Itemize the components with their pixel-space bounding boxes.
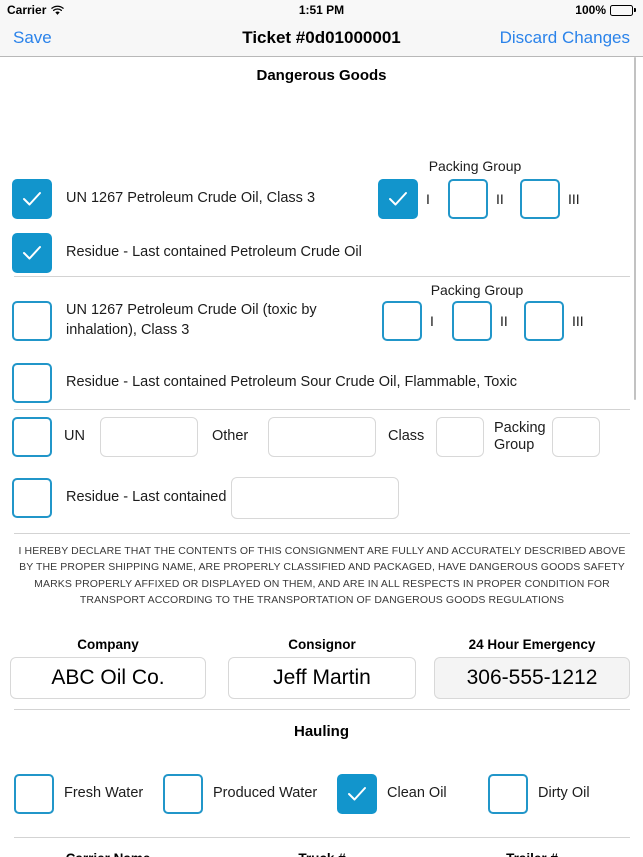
save-button[interactable]: Save (13, 28, 52, 48)
separator-5 (14, 837, 630, 838)
packing-group-1-roman-ii: II (496, 191, 504, 207)
hauling-checkbox-produced-water[interactable] (163, 774, 203, 814)
dg-checkbox-3[interactable] (12, 301, 52, 341)
dg-label-2: Residue - Last contained Petroleum Crude… (66, 244, 362, 261)
packing-group-1-option-ii[interactable] (448, 179, 488, 219)
status-bar-right: 100% (575, 3, 636, 17)
hauling-checkbox-dirty-oil[interactable] (488, 774, 528, 814)
hauling-label-dirty-oil: Dirty Oil (538, 785, 590, 802)
company-field-group: Company (10, 637, 206, 699)
hauling-option-clean-oil: Clean Oil (337, 774, 447, 814)
discard-changes-button[interactable]: Discard Changes (500, 28, 630, 48)
wifi-icon (51, 5, 65, 16)
hauling-label-clean-oil: Clean Oil (387, 785, 447, 802)
custom-dg-checkbox[interactable] (12, 417, 52, 457)
dg-label-3: UN 1267 Petroleum Crude Oil (toxic by in… (66, 302, 317, 338)
consignor-input[interactable] (228, 657, 416, 699)
consignor-field-group: Consignor (228, 637, 416, 699)
company-caption: Company (77, 637, 139, 652)
un-label: UN (64, 428, 85, 445)
packing-group-1-roman-iii: III (568, 191, 580, 207)
separator-1 (14, 276, 630, 277)
dg-row-4: Residue - Last contained Petroleum Sour … (12, 363, 517, 403)
custom-packing-group-label: Packing Group (494, 419, 546, 453)
residue-custom-label: Residue - Last contained (66, 489, 227, 506)
dg-label-4: Residue - Last contained Petroleum Sour … (66, 374, 518, 391)
packing-group-2-option-iii[interactable] (524, 301, 564, 341)
emergency-input[interactable] (434, 657, 630, 699)
status-bar-time: 1:51 PM (298, 3, 345, 17)
packing-group-label-2: Packing Group (430, 282, 524, 298)
custom-dg-row: UN Other Class Packing Group (12, 417, 600, 457)
packing-group-1-option-i[interactable] (378, 179, 418, 219)
trailer-field-group: Trailer # (434, 851, 630, 857)
navigation-bar: Save Ticket #0d01000001 Discard Changes (0, 20, 643, 57)
packing-group-2-roman-i: I (430, 313, 434, 329)
declaration-text: I HEREBY DECLARE THAT THE CONTENTS OF TH… (18, 545, 626, 606)
vertical-scrollbar[interactable] (633, 57, 636, 400)
packing-group-1-option-iii[interactable] (520, 179, 560, 219)
separator-2 (14, 409, 630, 410)
packing-group-2-option-ii[interactable] (452, 301, 492, 341)
un-input[interactable] (100, 417, 198, 457)
carrier-name-caption: Carrier Name (10, 851, 206, 857)
dg-row-3: UN 1267 Petroleum Crude Oil (toxic by in… (12, 301, 372, 341)
class-input[interactable] (436, 417, 484, 457)
status-bar-left: Carrier (7, 3, 65, 17)
emergency-caption: 24 Hour Emergency (468, 637, 596, 652)
packing-group-1-roman-i: I (426, 191, 430, 207)
battery-percent-label: 100% (575, 3, 606, 17)
battery-full-icon (610, 4, 636, 16)
packing-group-2-roman-ii: II (500, 313, 508, 329)
packing-group-2-roman-iii: III (572, 313, 584, 329)
packing-group-row-2: I II III (382, 301, 584, 341)
company-input[interactable] (10, 657, 206, 699)
trailer-caption: Trailer # (434, 851, 630, 857)
packing-group-2-option-i[interactable] (382, 301, 422, 341)
form-scroll-content: Dangerous Goods Packing Group UN 1267 Pe… (0, 57, 643, 857)
separator-4 (14, 709, 630, 710)
truck-field-group: Truck # (228, 851, 416, 857)
class-label: Class (388, 428, 425, 445)
other-label: Other (212, 428, 249, 445)
hauling-label-fresh-water: Fresh Water (64, 785, 144, 802)
app-screen: Carrier 1:51 PM 100% Save Ticket #0d0100… (0, 0, 643, 857)
status-bar: Carrier 1:51 PM 100% (0, 0, 643, 20)
dg-label-1: UN 1267 Petroleum Crude Oil, Class 3 (66, 190, 316, 207)
hauling-option-dirty-oil: Dirty Oil (488, 774, 590, 814)
residue-custom-row: Residue - Last contained (12, 477, 399, 519)
custom-packing-group-input[interactable] (552, 417, 600, 457)
packing-group-row-1: I II III (378, 179, 580, 219)
residue-custom-checkbox[interactable] (12, 478, 52, 518)
dg-checkbox-4[interactable] (12, 363, 52, 403)
hauling-label-produced-water: Produced Water (213, 785, 318, 802)
hauling-checkbox-fresh-water[interactable] (14, 774, 54, 814)
truck-caption: Truck # (228, 851, 416, 857)
hauling-checkbox-clean-oil[interactable] (337, 774, 377, 814)
dg-checkbox-1[interactable] (12, 179, 52, 219)
other-input[interactable] (268, 417, 376, 457)
packing-group-label-1: Packing Group (428, 158, 522, 174)
dg-row-2: Residue - Last contained Petroleum Crude… (12, 233, 362, 273)
hauling-option-produced-water: Produced Water (163, 774, 317, 814)
hauling-option-fresh-water: Fresh Water (14, 774, 143, 814)
emergency-field-group: 24 Hour Emergency (434, 637, 630, 699)
dg-row-1: UN 1267 Petroleum Crude Oil, Class 3 (12, 179, 315, 219)
consignor-caption: Consignor (288, 637, 356, 652)
hauling-section-title: Hauling (294, 723, 349, 740)
residue-custom-input[interactable] (231, 477, 399, 519)
dangerous-goods-section-title: Dangerous Goods (256, 67, 387, 84)
dg-checkbox-2[interactable] (12, 233, 52, 273)
separator-3 (14, 533, 630, 534)
carrier-name-field-group: Carrier Name (10, 851, 206, 857)
carrier-label: Carrier (7, 3, 47, 17)
